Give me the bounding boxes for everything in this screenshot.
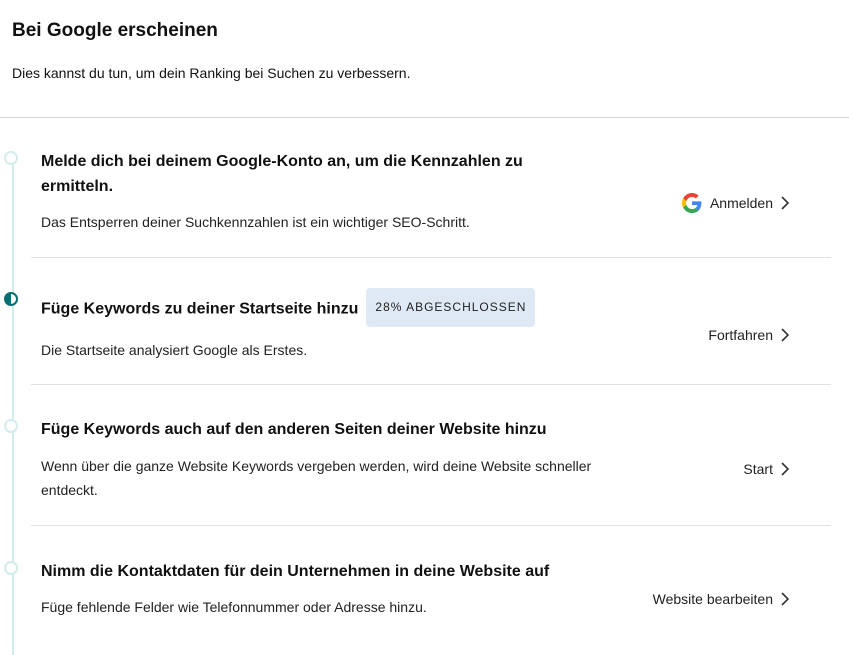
step-4-title: Nimm die Kontaktdaten für dein Unternehm… bbox=[41, 563, 550, 580]
chevron-right-icon bbox=[781, 328, 790, 342]
step-4-status-dot bbox=[4, 561, 18, 575]
step-1-status-dot bbox=[4, 151, 18, 165]
step-4-description: Füge fehlende Felder wie Telefonnummer o… bbox=[41, 599, 427, 615]
start-label: Start bbox=[743, 461, 773, 477]
page-header: Bei Google erscheinen Dies kannst du tun… bbox=[0, 0, 849, 118]
chevron-right-icon bbox=[781, 196, 790, 210]
edit-website-button[interactable]: Website bearbeiten bbox=[653, 591, 791, 607]
chevron-right-icon bbox=[781, 592, 790, 606]
signin-label: Anmelden bbox=[709, 195, 773, 211]
google-icon bbox=[681, 193, 702, 213]
step-3-description: Wenn über die ganze Website Keywords ver… bbox=[41, 458, 592, 498]
step-2-title: Füge Keywords zu deiner Startseite hinzu… bbox=[41, 288, 536, 329]
step-1-title: Melde dich bei deinem Google-Konto an, u… bbox=[41, 153, 523, 195]
step-2-description: Die Startseite analysiert Google als Ers… bbox=[41, 342, 308, 358]
continue-label: Fortfahren bbox=[708, 327, 773, 343]
step-homepage-keywords: Füge Keywords zu deiner Startseite hinzu… bbox=[31, 257, 831, 385]
step-3-title: Füge Keywords auch auf den anderen Seite… bbox=[41, 421, 547, 438]
signin-button[interactable]: Anmelden bbox=[681, 193, 791, 213]
page-subtitle: Dies kannst du tun, um dein Ranking bei … bbox=[12, 65, 411, 81]
step-other-pages-keywords: Füge Keywords auch auf den anderen Seite… bbox=[31, 384, 831, 526]
page-title: Bei Google erscheinen bbox=[12, 20, 218, 41]
start-button[interactable]: Start bbox=[743, 461, 791, 477]
chevron-right-icon bbox=[781, 462, 790, 476]
edit-website-label: Website bearbeiten bbox=[652, 591, 773, 607]
step-3-status-dot bbox=[4, 419, 18, 433]
timeline-line bbox=[12, 159, 14, 655]
step-1-description: Das Entsperren deiner Suchkennzahlen ist… bbox=[41, 214, 470, 230]
progress-badge: 28% ABGESCHLOSSEN bbox=[366, 288, 536, 327]
step-contact-details: Nimm die Kontaktdaten für dein Unternehm… bbox=[31, 525, 831, 655]
step-google-signin: Melde dich bei deinem Google-Konto an, u… bbox=[31, 117, 831, 258]
continue-button[interactable]: Fortfahren bbox=[708, 327, 791, 343]
step-2-progress-dot bbox=[4, 292, 18, 306]
